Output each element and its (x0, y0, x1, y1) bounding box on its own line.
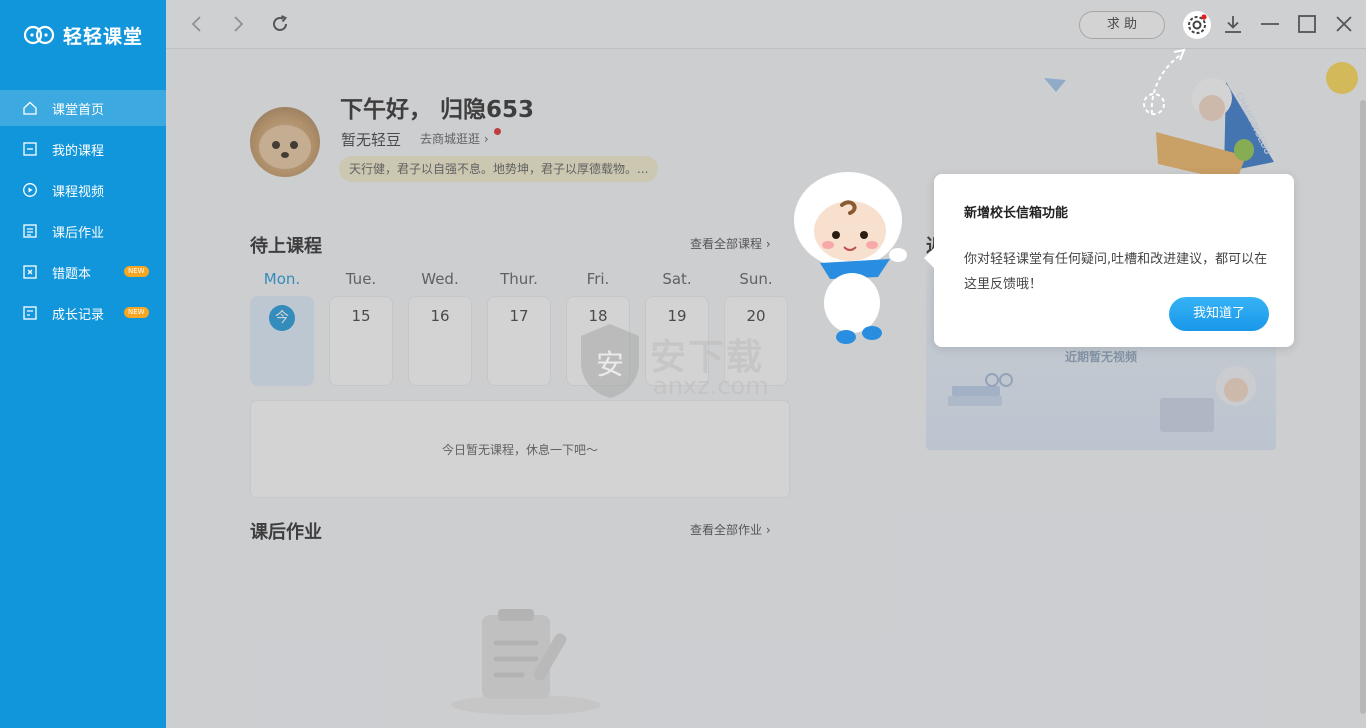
app-logo: 轻轻课堂 (0, 0, 166, 70)
new-badge: NEW (124, 307, 149, 318)
mistake-book-icon (23, 265, 37, 279)
sidebar-item-label: 课程视频 (52, 184, 105, 200)
sidebar-item-home[interactable]: 课堂首页 (0, 90, 166, 126)
watermark-domain: anxz.com (653, 372, 769, 400)
watermark-glyph: 安 (596, 348, 624, 381)
app-name: 轻轻课堂 (62, 25, 143, 48)
logo-icon (23, 25, 55, 45)
sidebar-item-label: 课后作业 (52, 225, 105, 241)
sidebar-item-label: 错题本 (52, 266, 92, 282)
sidebar-item-growth-record[interactable]: 成长记录 NEW (0, 295, 166, 331)
sidebar-nav: 课堂首页 我的课程 课程视频 课后作业 错题本 NEW 成长记录 NEW (0, 90, 166, 331)
play-icon (23, 183, 37, 197)
sidebar-item-course-video[interactable]: 课程视频 (0, 172, 166, 208)
sidebar-item-mistake-book[interactable]: 错题本 NEW (0, 254, 166, 290)
feature-announcement-popup: 新增校长信箱功能 你对轻轻课堂有任何疑问,吐槽和改进建议，都可以在这里反馈哦！ … (924, 174, 1294, 347)
home-icon (23, 101, 37, 115)
pointer-arrow-icon (1143, 48, 1186, 115)
sidebar-item-my-courses[interactable]: 我的课程 (0, 131, 166, 167)
mascot-character (794, 172, 907, 344)
watermark: 安 安下载 anxz.com (575, 320, 795, 402)
sidebar-item-homework[interactable]: 课后作业 (0, 213, 166, 249)
gear-icon (1188, 14, 1207, 34)
new-badge: NEW (124, 266, 149, 277)
sidebar-item-label: 我的课程 (52, 143, 105, 159)
sidebar-item-label: 成长记录 (52, 307, 105, 323)
course-icon (23, 142, 37, 156)
shield-icon: 安 (581, 324, 639, 398)
growth-record-icon (23, 306, 37, 320)
popup-message: 你对轻轻课堂有任何疑问,吐槽和改进建议，都可以在这里反馈哦！ (964, 252, 1268, 292)
settings-button[interactable] (1183, 11, 1211, 39)
popup-title: 新增校长信箱功能 (964, 206, 1069, 221)
got-it-button[interactable]: 我知道了 (1169, 297, 1269, 331)
sidebar-item-label: 课堂首页 (52, 102, 105, 118)
homework-icon (23, 224, 37, 238)
sidebar: 轻轻课堂 课堂首页 我的课程 课程视频 课后作业 错题本 NEW 成长记录 NE… (0, 0, 166, 728)
